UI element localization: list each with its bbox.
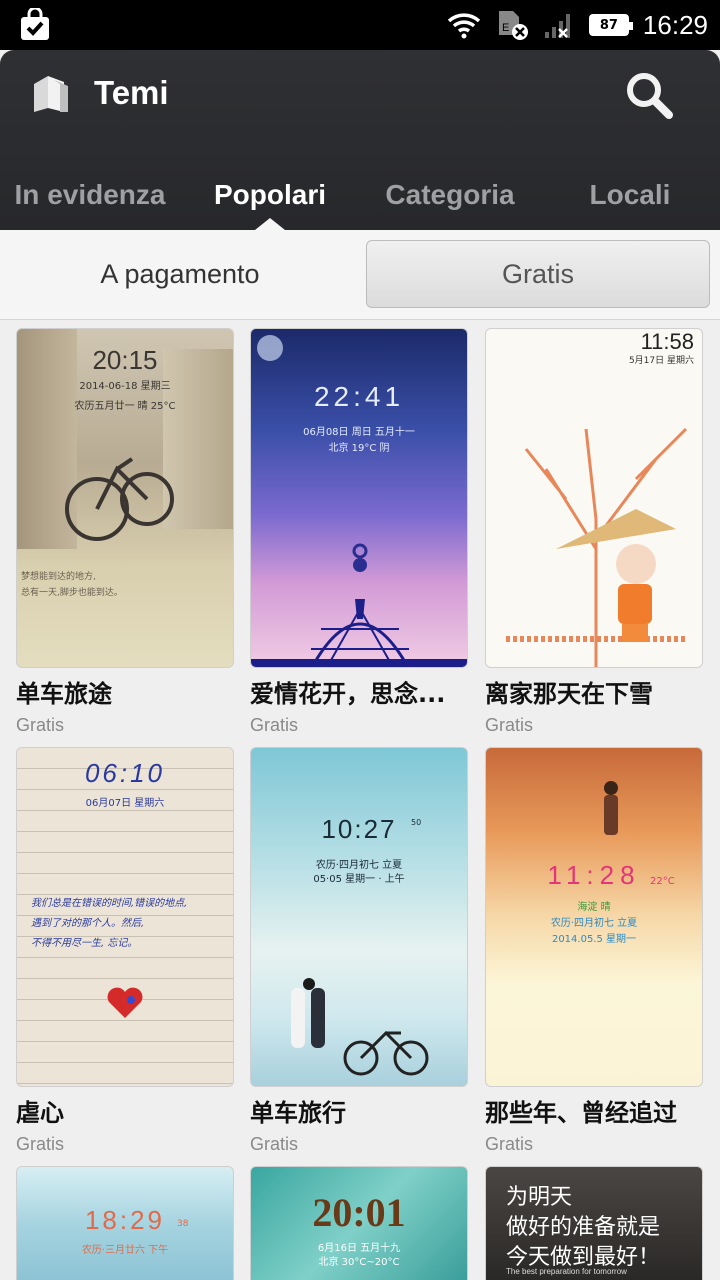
theme-thumbnail[interactable]: 20:01 6月16日 五月十九 北京 30°C~20°C: [250, 1166, 468, 1280]
theme-thumbnail[interactable]: 10:27 50 农历·四月初七 立夏 05·05 星期一 · 上午: [250, 747, 468, 1087]
theme-card[interactable]: 18:29 38 农历·三月廿六 下午: [16, 1166, 234, 1280]
theme-price: Gratis: [250, 715, 299, 735]
theme-card[interactable]: 20:15 2014-06-18 星期三 农历五月廿一 晴 25°C 梦想能到达…: [16, 328, 234, 736]
theme-lunar: 2014.05.5 星期一: [551, 934, 637, 945]
theme-name: 爱情花开，思念...: [250, 680, 446, 708]
snow-tree-illustration: [506, 427, 688, 667]
theme-date: 农历·三月廿六 下午: [81, 1245, 169, 1256]
theme-card[interactable]: 22:41 06月08日 周日 五月十一 北京 19°C 阴 爱情花开，思念..…: [250, 328, 468, 736]
status-time: 16:29: [642, 9, 708, 40]
app-header: Temi In evidenza Popolari Categoria Loca…: [0, 50, 720, 230]
theme-clock: 06:10: [84, 758, 166, 788]
themes-grid: 20:15 2014-06-18 星期三 农历五月廿一 晴 25°C 梦想能到达…: [0, 320, 720, 1280]
theme-thumbnail[interactable]: 为明天 做好的准备就是 今天做到最好！ The best preparation…: [485, 1166, 703, 1280]
theme-price: Gratis: [16, 1134, 65, 1154]
theme-quote: 为明天: [506, 1185, 573, 1210]
theme-clock: 20:15: [92, 345, 158, 375]
theme-clock: 18:29: [84, 1205, 166, 1235]
theme-thumbnail[interactable]: 18:29 38 农历·三月廿六 下午: [16, 1166, 234, 1280]
theme-date: 5月17日 星期六: [628, 356, 694, 366]
battery-icon: 87: [588, 14, 633, 36]
theme-caption: 我们总是在错误的时间,错误的地点,: [31, 898, 188, 909]
theme-thumbnail[interactable]: 11:58 5月17日 星期六: [485, 328, 703, 668]
theme-date: 06月07日 星期六: [85, 798, 165, 809]
theme-clock: 22:41: [313, 381, 405, 412]
tab-in-evidenza[interactable]: In evidenza: [0, 160, 180, 230]
theme-clock: 20:01: [312, 1190, 406, 1235]
theme-name: 单车旅途: [16, 680, 112, 708]
couple-bicycle-image: [291, 978, 429, 1076]
theme-card[interactable]: 11:58 5月17日 星期六 离家那天在下雪 Gratis: [485, 328, 703, 736]
search-icon[interactable]: [624, 70, 674, 120]
theme-card[interactable]: 10:27 50 农历·四月初七 立夏 05·05 星期一 · 上午 单车旅行 …: [250, 747, 468, 1155]
wifi-icon: [447, 13, 481, 39]
sim-card-no-service-icon: E: [498, 11, 528, 40]
theme-temp: 22°C: [650, 876, 675, 887]
shopping-bag-check-icon: [21, 8, 49, 40]
theme-thumbnail[interactable]: 11:28 22°C 海淀 晴 农历·四月初七 立夏 2014.05.5 星期一: [485, 747, 703, 1087]
theme-price: Gratis: [485, 715, 534, 735]
theme-lunar: 北京 19°C 阴: [328, 443, 390, 454]
theme-date: 农历·四月初七 立夏: [315, 860, 403, 871]
theme-caption: 总有一天,脚步也能到达。: [21, 588, 123, 598]
theme-date: 06月08日 周日 五月十一: [303, 427, 415, 438]
theme-price: Gratis: [485, 1134, 534, 1154]
page-title: Temi: [94, 74, 169, 111]
theme-date: 2014-06-18 星期三: [79, 381, 171, 392]
bicycle-image: [65, 457, 174, 541]
signal-strength-icon: [544, 14, 570, 38]
theme-price: Gratis: [16, 715, 65, 735]
theme-thumbnail[interactable]: 20:15 2014-06-18 星期三 农历五月廿一 晴 25°C 梦想能到达…: [16, 328, 234, 668]
tab-categoria[interactable]: Categoria: [360, 160, 540, 230]
theme-price: Gratis: [250, 1134, 299, 1154]
theme-caption: 梦想能到达的地方,: [21, 572, 96, 582]
theme-name: 单车旅行: [250, 1099, 346, 1127]
theme-card[interactable]: 11:28 22°C 海淀 晴 农历·四月初七 立夏 2014.05.5 星期一…: [485, 747, 703, 1155]
tab-popolari[interactable]: Popolari: [180, 160, 360, 230]
themes-app-icon[interactable]: [30, 74, 70, 114]
theme-lunar: 北京 30°C~20°C: [318, 1257, 400, 1268]
paid-filter-button[interactable]: A pagamento: [8, 240, 352, 308]
theme-weather: 海淀 晴: [577, 902, 611, 913]
theme-seconds: 50: [411, 818, 422, 827]
dome-silhouette-image: [251, 599, 467, 667]
theme-quote-en: The best preparation for tomorrow: [506, 1267, 627, 1276]
theme-name: 离家那天在下雪: [485, 680, 653, 708]
svg-text:E: E: [502, 22, 509, 34]
theme-date: 农历·四月初七 立夏: [550, 918, 638, 929]
tab-locali[interactable]: Locali: [540, 160, 720, 230]
theme-date: 6月16日 五月十九: [317, 1243, 401, 1254]
theme-seconds: 38: [177, 1219, 189, 1229]
theme-thumbnail[interactable]: 22:41 06月08日 周日 五月十一 北京 19°C 阴: [250, 328, 468, 668]
theme-caption: 不得不用尽一生, 忘记。: [31, 938, 138, 949]
theme-card[interactable]: 06:10 06月07日 星期六 我们总是在错误的时间,错误的地点, 遇到了对的…: [16, 747, 234, 1155]
status-bar: E 87 16:29: [0, 0, 720, 50]
theme-card[interactable]: 为明天 做好的准备就是 今天做到最好！ The best preparation…: [485, 1166, 703, 1280]
theme-lunar: 农历五月廿一 晴 25°C: [74, 401, 176, 412]
theme-thumbnail[interactable]: 06:10 06月07日 星期六 我们总是在错误的时间,错误的地点, 遇到了对的…: [16, 747, 234, 1087]
heart-image: [107, 987, 143, 1018]
theme-caption: 遇到了对的那个人。然后,: [31, 918, 145, 929]
free-filter-button[interactable]: Gratis: [366, 240, 710, 308]
girl-figure-image: [604, 781, 618, 835]
theme-card[interactable]: 20:01 6月16日 五月十九 北京 30°C~20°C: [250, 1166, 468, 1280]
tab-bar: In evidenza Popolari Categoria Locali: [0, 160, 720, 230]
theme-name: 那些年、曾经追过: [485, 1099, 677, 1127]
theme-name: 虐心: [16, 1099, 64, 1127]
theme-clock: 10:27: [321, 814, 397, 844]
theme-lunar: 05·05 星期一 · 上午: [313, 874, 405, 885]
theme-quote: 做好的准备就是: [506, 1215, 661, 1240]
theme-clock: 11:58: [640, 329, 694, 354]
price-filter: A pagamento Gratis: [0, 230, 720, 320]
